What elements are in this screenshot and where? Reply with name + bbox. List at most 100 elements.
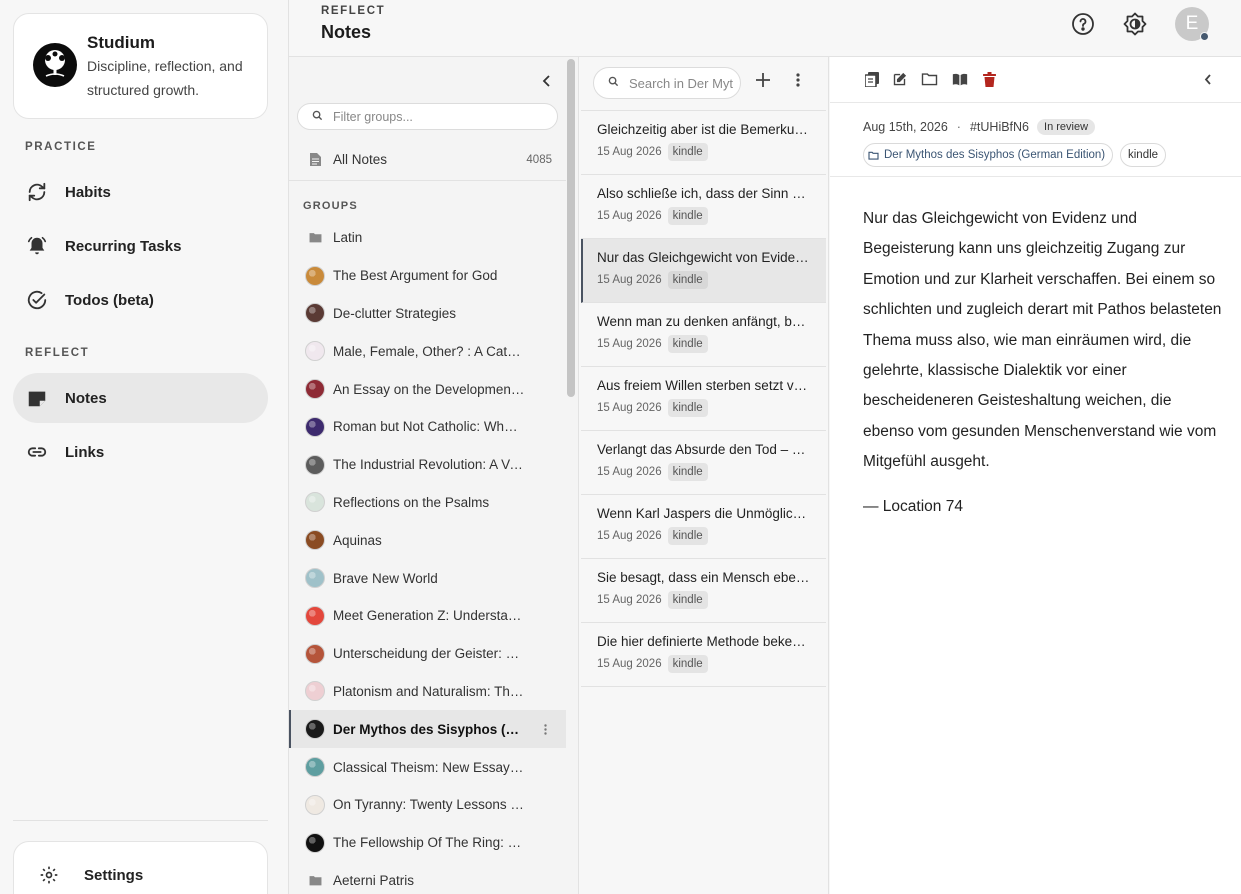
nav-item-habits[interactable]: Habits xyxy=(13,167,268,217)
note-list-item[interactable]: Verlangt das Absurde den Tod – diesem ..… xyxy=(581,431,826,495)
note-tag[interactable]: kindle xyxy=(667,463,708,481)
note-tag[interactable]: kindle xyxy=(667,271,708,289)
group-item[interactable]: The Fellowship Of The Ring: Being the Fi… xyxy=(289,824,566,862)
note-date: Aug 15th, 2026 xyxy=(863,120,948,134)
group-item[interactable]: Male, Female, Other? : A Catholic Guide … xyxy=(289,332,566,370)
chevron-left-icon[interactable] xyxy=(1199,70,1217,88)
status-badge[interactable]: In review xyxy=(1037,119,1096,135)
book-cover-thumbnail xyxy=(305,681,325,702)
book-cover-thumbnail xyxy=(305,530,325,551)
nav-label-habits: Habits xyxy=(65,183,111,201)
group-item[interactable]: Aquinas xyxy=(289,521,566,559)
book-cover-thumbnail xyxy=(305,757,325,778)
more-vertical-icon[interactable] xyxy=(542,721,548,737)
online-status-dot xyxy=(1200,32,1209,41)
copy-icon[interactable] xyxy=(863,70,881,88)
group-item[interactable]: Der Mythos des Sisyphos (German Edition) xyxy=(289,710,566,749)
group-item[interactable]: Unterscheidung der Geister: Ein Leitfade… xyxy=(289,635,566,673)
groups-scrollbar-thumb[interactable] xyxy=(567,59,575,397)
note-tag[interactable]: kindle xyxy=(667,335,708,353)
book-cover-thumbnail xyxy=(305,492,325,513)
note-date: 15 Aug 2026 xyxy=(597,658,662,670)
folder-icon[interactable] xyxy=(920,70,938,88)
header-eyebrow: REFLECT xyxy=(321,5,386,17)
note-meta: 15 Aug 2026 kindle xyxy=(597,143,812,161)
brightness-icon[interactable] xyxy=(1122,11,1148,37)
gear-icon xyxy=(38,864,60,886)
more-options-button[interactable] xyxy=(794,72,802,91)
note-tag[interactable]: kindle xyxy=(667,527,708,545)
group-item[interactable]: The Best Argument for God xyxy=(289,257,566,295)
check-circle-icon xyxy=(25,288,49,312)
open-book-icon[interactable] xyxy=(951,70,969,88)
help-icon[interactable] xyxy=(1070,11,1096,37)
note-list-item[interactable]: Die hier definierte Methode bekennt ... 1… xyxy=(581,623,826,687)
filter-groups-field xyxy=(297,103,558,130)
note-preview: Also schließe ich, dass der Sinn des Leb… xyxy=(597,186,812,201)
note-list-item[interactable]: Nur das Gleichgewicht von Evidenz und Be… xyxy=(581,239,826,303)
group-item[interactable]: Roman but Not Catholic: What Remains at … xyxy=(289,408,566,446)
book-cover-thumbnail xyxy=(305,303,325,324)
nav-item-notes[interactable]: Notes xyxy=(13,373,268,423)
note-meta: 15 Aug 2026 kindle xyxy=(597,527,812,545)
settings-button[interactable]: Settings xyxy=(38,864,143,886)
settings-card: Settings xyxy=(13,841,268,894)
group-name: Aeterni Patris xyxy=(333,872,415,888)
sidebar-divider xyxy=(13,820,268,821)
edit-icon[interactable] xyxy=(890,70,908,88)
book-cover-thumbnail xyxy=(305,568,325,589)
note-preview: Die hier definierte Methode bekennt ... xyxy=(597,634,812,649)
book-cover-thumbnail xyxy=(305,719,325,740)
delete-icon[interactable] xyxy=(980,70,998,88)
note-tag[interactable]: kindle xyxy=(667,591,708,609)
note-tag[interactable]: kindle xyxy=(667,655,708,673)
note-list-item[interactable]: Wenn man zu denken anfängt, beginnt ... 1… xyxy=(581,303,826,367)
group-item[interactable]: Latin xyxy=(289,219,566,257)
note-date: 15 Aug 2026 xyxy=(597,402,662,414)
group-item[interactable]: Brave New World xyxy=(289,559,566,597)
group-item[interactable]: Platonism and Naturalism: The Possibilit… xyxy=(289,673,566,711)
note-list-item[interactable]: Gleichzeitig aber ist die Bemerkung ... 1… xyxy=(581,111,826,175)
filter-groups-input[interactable] xyxy=(333,109,543,124)
settings-label: Settings xyxy=(84,866,144,884)
nav-item-links[interactable]: Links xyxy=(13,427,268,477)
note-location: — Location 74 xyxy=(863,498,963,515)
group-item[interactable]: De-clutter Strategies xyxy=(289,295,566,333)
add-note-button[interactable] xyxy=(754,72,772,91)
note-list-item[interactable]: Aus freiem Willen sterben setzt voraus .… xyxy=(581,367,826,431)
group-item[interactable]: Classical Theism: New Essays on the Meta… xyxy=(289,748,566,786)
note-date: 15 Aug 2026 xyxy=(597,146,662,158)
groups-panel: All Notes 4085 GROUPS Latin The Best Argu… xyxy=(289,57,579,894)
group-item[interactable]: The Industrial Revolution: A Very Short … xyxy=(289,446,566,484)
nav-item-recurring-tasks[interactable]: Recurring Tasks xyxy=(13,221,268,271)
group-name: An Essay on the Development of Christian… xyxy=(333,381,525,397)
group-item[interactable]: Aeterni Patris xyxy=(289,862,566,894)
note-preview: Wenn Karl Jaspers die Unmöglichkeit ... xyxy=(597,506,812,521)
folder-icon xyxy=(305,870,325,890)
note-tag[interactable]: kindle xyxy=(667,399,708,417)
nav-item-todos[interactable]: Todos (beta) xyxy=(13,275,268,325)
note-preview: Verlangt das Absurde den Tod – diesem ..… xyxy=(597,442,812,457)
groups-section-label: GROUPS xyxy=(303,200,358,212)
note-tag[interactable]: kindle xyxy=(667,143,708,161)
brand-card: Studium Discipline, reflection, and stru… xyxy=(13,13,268,119)
group-item[interactable]: An Essay on the Development of Christian… xyxy=(289,370,566,408)
chevron-left-icon[interactable] xyxy=(539,73,555,89)
note-tag[interactable]: kindle xyxy=(667,207,708,225)
group-name: Latin xyxy=(333,230,363,246)
section-label-reflect: REFLECT xyxy=(25,347,90,359)
note-list-item[interactable]: Sie besagt, dass ein Mensch ebenso ... 15… xyxy=(581,559,826,623)
note-list-item[interactable]: Wenn Karl Jaspers die Unmöglichkeit ... 1… xyxy=(581,495,826,559)
note-search-input[interactable] xyxy=(629,75,733,91)
group-item[interactable]: Reflections on the Psalms xyxy=(289,484,566,522)
nav-label-recurring-tasks: Recurring Tasks xyxy=(65,237,182,255)
book-chip[interactable]: Der Mythos des Sisyphos (German Edition) xyxy=(863,143,1114,167)
note-date: 15 Aug 2026 xyxy=(597,338,662,350)
all-notes-item[interactable]: All Notes 4085 xyxy=(289,139,566,181)
book-cover-thumbnail xyxy=(305,416,325,437)
group-item[interactable]: Meet Generation Z: Understanding and Rea… xyxy=(289,597,566,635)
group-item[interactable]: On Tyranny: Twenty Lessons from the Twen… xyxy=(289,786,566,824)
group-list: Latin The Best Argument for God De-clutter… xyxy=(289,219,566,894)
tag-chip[interactable]: kindle xyxy=(1120,143,1167,167)
note-list-item[interactable]: Also schließe ich, dass der Sinn des Leb… xyxy=(581,175,826,239)
